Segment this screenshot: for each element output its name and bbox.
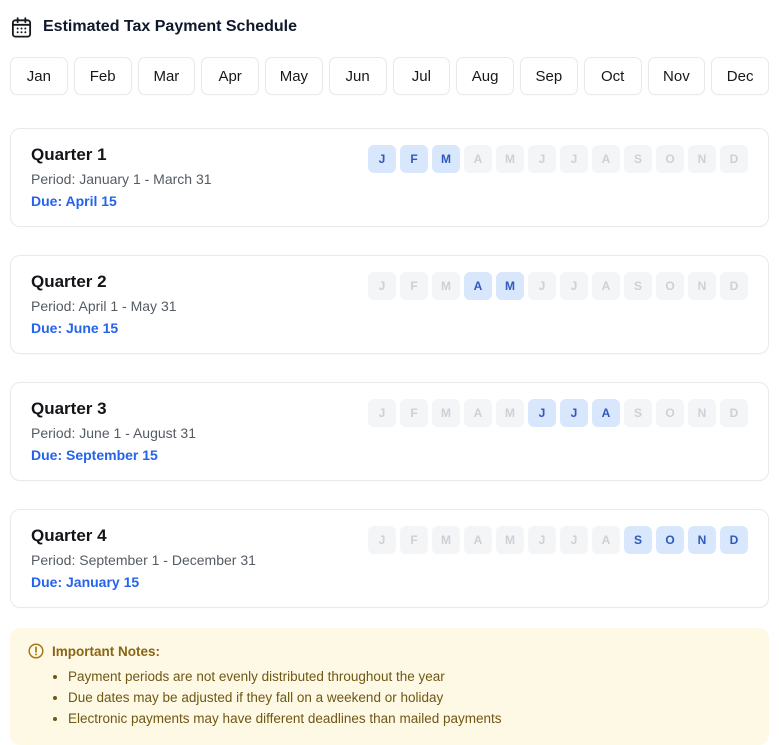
month-chip-active: F xyxy=(400,145,428,173)
month-button-dec[interactable]: Dec xyxy=(711,57,769,95)
month-button-aug[interactable]: Aug xyxy=(456,57,514,95)
month-button-nov[interactable]: Nov xyxy=(648,57,706,95)
quarter-title: Quarter 3 xyxy=(31,398,196,419)
quarter-title: Quarter 2 xyxy=(31,271,177,292)
calendar-icon xyxy=(10,16,33,39)
month-chip: O xyxy=(656,272,684,300)
note-item: Payment periods are not evenly distribut… xyxy=(68,666,751,687)
quarter-card: Quarter 2 Period: April 1 - May 31 Due: … xyxy=(10,255,769,354)
months-row: JanFebMarAprMayJunJulAugSepOctNovDec xyxy=(10,57,769,95)
month-chip: M xyxy=(432,526,460,554)
month-chip: A xyxy=(464,399,492,427)
month-button-jul[interactable]: Jul xyxy=(393,57,451,95)
quarter-due: Due: September 15 xyxy=(31,446,196,464)
notes-header: Important Notes: xyxy=(28,643,751,659)
month-chip: N xyxy=(688,399,716,427)
month-chip: S xyxy=(624,145,652,173)
month-button-sep[interactable]: Sep xyxy=(520,57,578,95)
warning-circle-icon xyxy=(28,643,44,659)
month-chip: M xyxy=(496,145,524,173)
quarter-info: Quarter 2 Period: April 1 - May 31 Due: … xyxy=(31,271,177,337)
quarter-due: Due: April 15 xyxy=(31,192,212,210)
month-chip-active: M xyxy=(496,272,524,300)
month-chip: J xyxy=(560,272,588,300)
month-chip: F xyxy=(400,399,428,427)
note-item: Electronic payments may have different d… xyxy=(68,708,751,729)
month-chip: J xyxy=(368,526,396,554)
month-chip: O xyxy=(656,399,684,427)
month-chip: A xyxy=(464,145,492,173)
quarter-due: Due: June 15 xyxy=(31,319,177,337)
month-chip: M xyxy=(496,399,524,427)
month-chip-active: A xyxy=(464,272,492,300)
month-chip: A xyxy=(592,526,620,554)
quarter-period: Period: September 1 - December 31 xyxy=(31,551,256,569)
month-chip: S xyxy=(624,399,652,427)
month-chip-active: J xyxy=(560,399,588,427)
month-button-mar[interactable]: Mar xyxy=(138,57,196,95)
month-chip: J xyxy=(560,145,588,173)
month-chip: D xyxy=(720,145,748,173)
quarter-period: Period: June 1 - August 31 xyxy=(31,424,196,442)
quarter-title: Quarter 4 xyxy=(31,525,256,546)
month-chip: F xyxy=(400,526,428,554)
month-chip-active: M xyxy=(432,145,460,173)
month-chips: JFMAMJJASOND xyxy=(368,399,748,427)
month-chip: F xyxy=(400,272,428,300)
month-chip: M xyxy=(496,526,524,554)
month-chip: A xyxy=(592,145,620,173)
quarter-card: Quarter 4 Period: September 1 - December… xyxy=(10,509,769,608)
month-chip-active: J xyxy=(528,399,556,427)
month-chip: J xyxy=(368,399,396,427)
notes-title: Important Notes: xyxy=(52,644,160,659)
quarter-info: Quarter 1 Period: January 1 - March 31 D… xyxy=(31,144,212,210)
month-chip-active: N xyxy=(688,526,716,554)
month-button-may[interactable]: May xyxy=(265,57,323,95)
month-button-apr[interactable]: Apr xyxy=(201,57,259,95)
month-chip: J xyxy=(528,526,556,554)
quarter-title: Quarter 1 xyxy=(31,144,212,165)
month-chip: N xyxy=(688,145,716,173)
month-chip: M xyxy=(432,272,460,300)
month-chip: D xyxy=(720,399,748,427)
quarter-period: Period: April 1 - May 31 xyxy=(31,297,177,315)
month-chips: JFMAMJJASOND xyxy=(368,145,748,173)
quarters: Quarter 1 Period: January 1 - March 31 D… xyxy=(10,128,769,608)
quarter-card: Quarter 1 Period: January 1 - March 31 D… xyxy=(10,128,769,227)
month-button-oct[interactable]: Oct xyxy=(584,57,642,95)
month-chip-active: D xyxy=(720,526,748,554)
month-chips: JFMAMJJASOND xyxy=(368,526,748,554)
quarter-card: Quarter 3 Period: June 1 - August 31 Due… xyxy=(10,382,769,481)
month-chip: D xyxy=(720,272,748,300)
month-chip-active: J xyxy=(368,145,396,173)
month-chip: J xyxy=(528,145,556,173)
important-notes-box: Important Notes: Payment periods are not… xyxy=(10,628,769,745)
month-chip: M xyxy=(432,399,460,427)
page-title: Estimated Tax Payment Schedule xyxy=(43,18,297,36)
quarter-period: Period: January 1 - March 31 xyxy=(31,170,212,188)
month-chip: A xyxy=(592,272,620,300)
month-chip-active: S xyxy=(624,526,652,554)
month-chip: A xyxy=(464,526,492,554)
month-chip: J xyxy=(368,272,396,300)
quarter-info: Quarter 4 Period: September 1 - December… xyxy=(31,525,256,591)
month-chip: J xyxy=(528,272,556,300)
page: Estimated Tax Payment Schedule JanFebMar… xyxy=(0,0,779,745)
page-header: Estimated Tax Payment Schedule xyxy=(10,0,769,40)
quarter-info: Quarter 3 Period: June 1 - August 31 Due… xyxy=(31,398,196,464)
month-chip: J xyxy=(560,526,588,554)
month-chip: N xyxy=(688,272,716,300)
month-button-jan[interactable]: Jan xyxy=(10,57,68,95)
month-chip-active: A xyxy=(592,399,620,427)
month-chip-active: O xyxy=(656,526,684,554)
quarter-due: Due: January 15 xyxy=(31,573,256,591)
month-button-jun[interactable]: Jun xyxy=(329,57,387,95)
month-chip: S xyxy=(624,272,652,300)
month-chip: O xyxy=(656,145,684,173)
month-button-feb[interactable]: Feb xyxy=(74,57,132,95)
month-chips: JFMAMJJASOND xyxy=(368,272,748,300)
